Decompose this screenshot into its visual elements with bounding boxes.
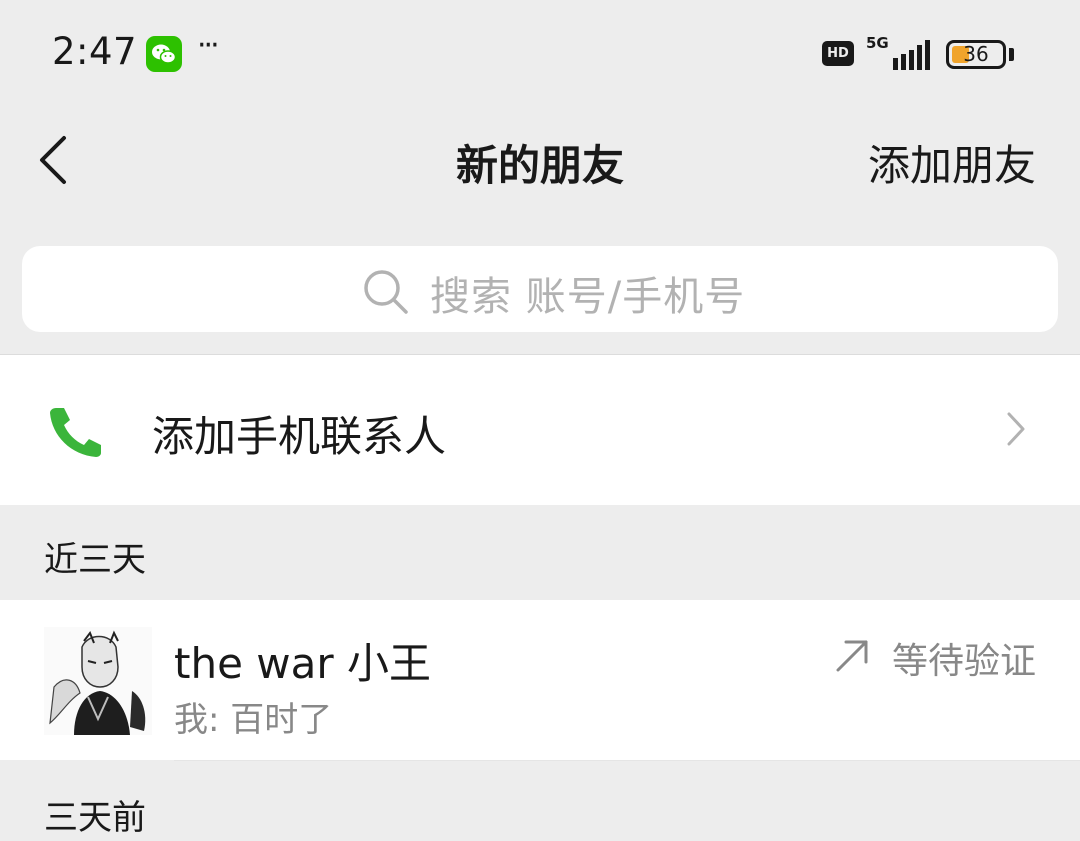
chevron-right-icon — [1007, 412, 1025, 446]
section-header-older: 三天前 — [44, 798, 146, 838]
wechat-notification-icon — [146, 36, 182, 72]
status-time: 2:47 — [52, 30, 138, 73]
add-friend-button[interactable]: 添加朋友 — [868, 132, 1036, 193]
phone-icon — [50, 408, 101, 457]
search-icon — [364, 270, 408, 314]
network-type: 5G — [866, 34, 889, 52]
request-message: 我: 百时了 — [174, 700, 333, 740]
request-name: the war 小王 — [174, 639, 431, 688]
request-status: 等待验证 — [891, 641, 1036, 682]
signal-icon — [893, 40, 930, 70]
more-notifications-icon: ··· — [197, 28, 220, 63]
battery-percent: 36 — [963, 42, 989, 66]
battery-icon: 36 — [946, 40, 1006, 69]
avatar — [44, 627, 152, 735]
hd-voice-icon: HD — [822, 41, 854, 66]
battery-tip — [1009, 48, 1014, 61]
section-header-recent: 近三天 — [44, 540, 146, 580]
add-phone-contacts-label: 添加手机联系人 — [152, 412, 447, 461]
add-phone-contacts-item[interactable]: 添加手机联系人 — [0, 355, 1080, 505]
friend-request-item[interactable]: the war 小王 我: 百时了 等待验证 — [0, 600, 1080, 760]
nav-bar: 新的朋友 添加朋友 — [0, 108, 1080, 208]
search-input[interactable]: 搜索 账号/手机号 — [22, 246, 1058, 332]
status-bar: 2:47 ··· HD 5G 36 — [0, 0, 1080, 108]
arrow-up-right-icon — [836, 640, 868, 672]
divider — [174, 760, 1080, 761]
search-placeholder: 搜索 账号/手机号 — [430, 274, 746, 320]
